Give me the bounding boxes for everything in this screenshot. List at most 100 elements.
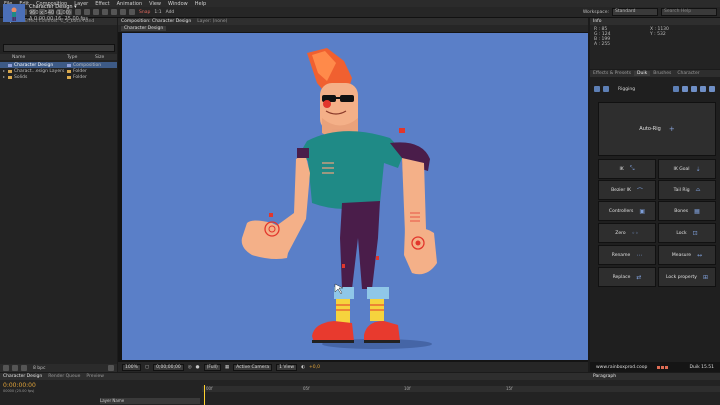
tab-effects-presets[interactable]: Effects & Presets	[590, 71, 634, 76]
interpret-footage-icon[interactable]	[3, 365, 9, 371]
expand-arrow-icon[interactable]	[3, 70, 5, 72]
menu-view[interactable]: View	[149, 1, 161, 7]
brush-tool-icon[interactable]	[93, 9, 99, 15]
info-tabs: Info	[590, 18, 720, 25]
ik-goal-icon: ⇣	[695, 165, 701, 173]
column-name[interactable]: Name	[12, 55, 52, 60]
column-size[interactable]: Size	[95, 55, 104, 60]
duik-camera-icon[interactable]	[691, 86, 697, 92]
bezier-ik-button[interactable]: Bezier IK ⌒	[598, 180, 656, 200]
zero-button[interactable]: Zero ◦◦	[598, 223, 656, 243]
lock-icon: ⊡	[692, 229, 698, 237]
add-label[interactable]: Add	[166, 10, 175, 15]
lock-button[interactable]: Lock ⊡	[658, 223, 716, 243]
mode-label: 1:1	[154, 9, 162, 15]
current-time[interactable]: 0;00;00;00	[153, 363, 184, 371]
ik-goal-label: IK Goal	[673, 166, 690, 172]
new-comp-icon[interactable]	[21, 365, 27, 371]
item-type: Composition	[73, 62, 102, 68]
view-layout-select[interactable]: 1 View	[276, 363, 298, 371]
bones-button[interactable]: Bones ▦	[658, 201, 716, 221]
ik-button[interactable]: IK ⤡	[598, 159, 656, 179]
timeline-timecode[interactable]: 0:00:00:00	[3, 382, 36, 389]
duik-help-icon[interactable]	[673, 86, 679, 92]
grid-icon[interactable]: ▦	[225, 365, 229, 370]
duik-version: Duik 15.51	[689, 364, 715, 370]
duik-footer: www.rainboxprod.coop Duik 15.51	[590, 362, 720, 372]
tab-duik[interactable]: Duik	[634, 71, 651, 76]
expand-arrow-icon[interactable]	[3, 76, 5, 78]
menu-effect[interactable]: Effect	[95, 1, 109, 7]
tab-character[interactable]: Character	[674, 71, 702, 76]
menu-window[interactable]: Window	[168, 1, 188, 7]
lock-property-button[interactable]: Lock property ⊞	[658, 267, 716, 287]
ruler-tick: 10f	[404, 386, 411, 391]
column-type[interactable]: Type	[67, 55, 95, 60]
snapping-toggle[interactable]: Snap	[139, 10, 150, 15]
character-thumbnail-icon	[11, 7, 17, 21]
list-item[interactable]: Solids Folder	[0, 74, 117, 80]
comp-name-chip[interactable]: Character Design	[121, 26, 167, 31]
info-alpha: A : 255	[594, 42, 611, 47]
clone-tool-icon[interactable]	[102, 9, 108, 15]
info-color-values: R : 85 G : 124 B : 199 A : 255	[594, 27, 610, 47]
duik-settings-icon[interactable]	[682, 86, 688, 92]
viewer-toolbar: 100% ▢ 0;00;00;00 ◎ ● (Full) ▦ Active Ca…	[118, 362, 588, 372]
project-item-duration: Δ 0:00:00:16, 25,00 fps	[29, 16, 88, 22]
duik-rigging-icon[interactable]	[603, 86, 609, 92]
workspace-select[interactable]: Standard	[612, 8, 658, 16]
item-type: Folder	[73, 74, 87, 80]
new-folder-icon[interactable]	[12, 365, 18, 371]
tab-render-queue[interactable]: Render Queue	[45, 374, 83, 379]
auto-rig-button[interactable]: Auto-Rig +	[598, 102, 716, 156]
duik-section-title: Rigging	[618, 86, 636, 92]
tab-paragraph[interactable]: Paragraph	[590, 374, 619, 379]
exposure-icon[interactable]: ◐	[301, 365, 305, 370]
comp-canvas[interactable]	[122, 33, 588, 360]
puppet-tool-icon[interactable]	[129, 9, 135, 15]
measure-button[interactable]: Measure ↔	[658, 245, 716, 265]
ruler-tick: 15f	[506, 386, 513, 391]
search-help-input[interactable]: Search Help	[661, 8, 717, 16]
rename-button[interactable]: Rename ⋯	[598, 245, 656, 265]
playhead[interactable]	[204, 385, 205, 405]
tab-timeline-character-design[interactable]: Character Design	[0, 374, 45, 379]
tab-info[interactable]: Info	[590, 19, 605, 24]
plus-icon: +	[668, 125, 675, 133]
snapshot-icon[interactable]: ◎	[188, 365, 192, 370]
layer-name-column[interactable]: Layer Name	[100, 398, 200, 404]
exposure-value[interactable]: +0,0	[309, 365, 320, 370]
duik-layers-icon[interactable]	[709, 86, 715, 92]
time-ruler[interactable]	[202, 386, 720, 392]
duik-toolbar: Rigging	[594, 84, 718, 94]
controllers-button[interactable]: Controllers ▣	[598, 201, 656, 221]
tail-rig-button[interactable]: Tail Rig ⌓	[658, 180, 716, 200]
project-search-input[interactable]	[3, 44, 115, 52]
region-icon[interactable]: ▢	[145, 365, 149, 370]
website-link[interactable]: www.rainboxprod.coop	[596, 365, 647, 370]
ik-goal-button[interactable]: IK Goal ⇣	[658, 159, 716, 179]
camera-select[interactable]: Active Camera	[233, 363, 273, 371]
bit-depth-label[interactable]: 8 bpc	[33, 366, 45, 371]
folder-icon	[8, 69, 12, 73]
eraser-tool-icon[interactable]	[111, 9, 117, 15]
trash-icon[interactable]	[108, 365, 114, 371]
tab-preview[interactable]: Preview	[83, 374, 107, 379]
duik-animation-icon[interactable]	[700, 86, 706, 92]
tab-composition[interactable]: Composition: Character Design	[118, 19, 194, 24]
replace-button[interactable]: Replace ⇄	[598, 267, 656, 287]
roto-tool-icon[interactable]	[120, 9, 126, 15]
menu-help[interactable]: Help	[195, 1, 206, 7]
lock-property-label: Lock property	[666, 274, 697, 280]
character-artwork	[241, 48, 437, 349]
lock-label: Lock	[676, 230, 687, 236]
lock-property-icon: ⊞	[702, 273, 708, 281]
resolution-select[interactable]: (Full)	[203, 363, 221, 371]
magnification-select[interactable]: 100%	[122, 363, 141, 371]
menu-animation[interactable]: Animation	[117, 1, 143, 7]
channel-icon[interactable]: ●	[196, 365, 200, 370]
tab-brushes[interactable]: Brushes	[650, 71, 674, 76]
tab-layer[interactable]: Layer: (none)	[194, 19, 230, 24]
replace-label: Replace	[612, 274, 631, 280]
duik-home-icon[interactable]	[594, 86, 600, 92]
